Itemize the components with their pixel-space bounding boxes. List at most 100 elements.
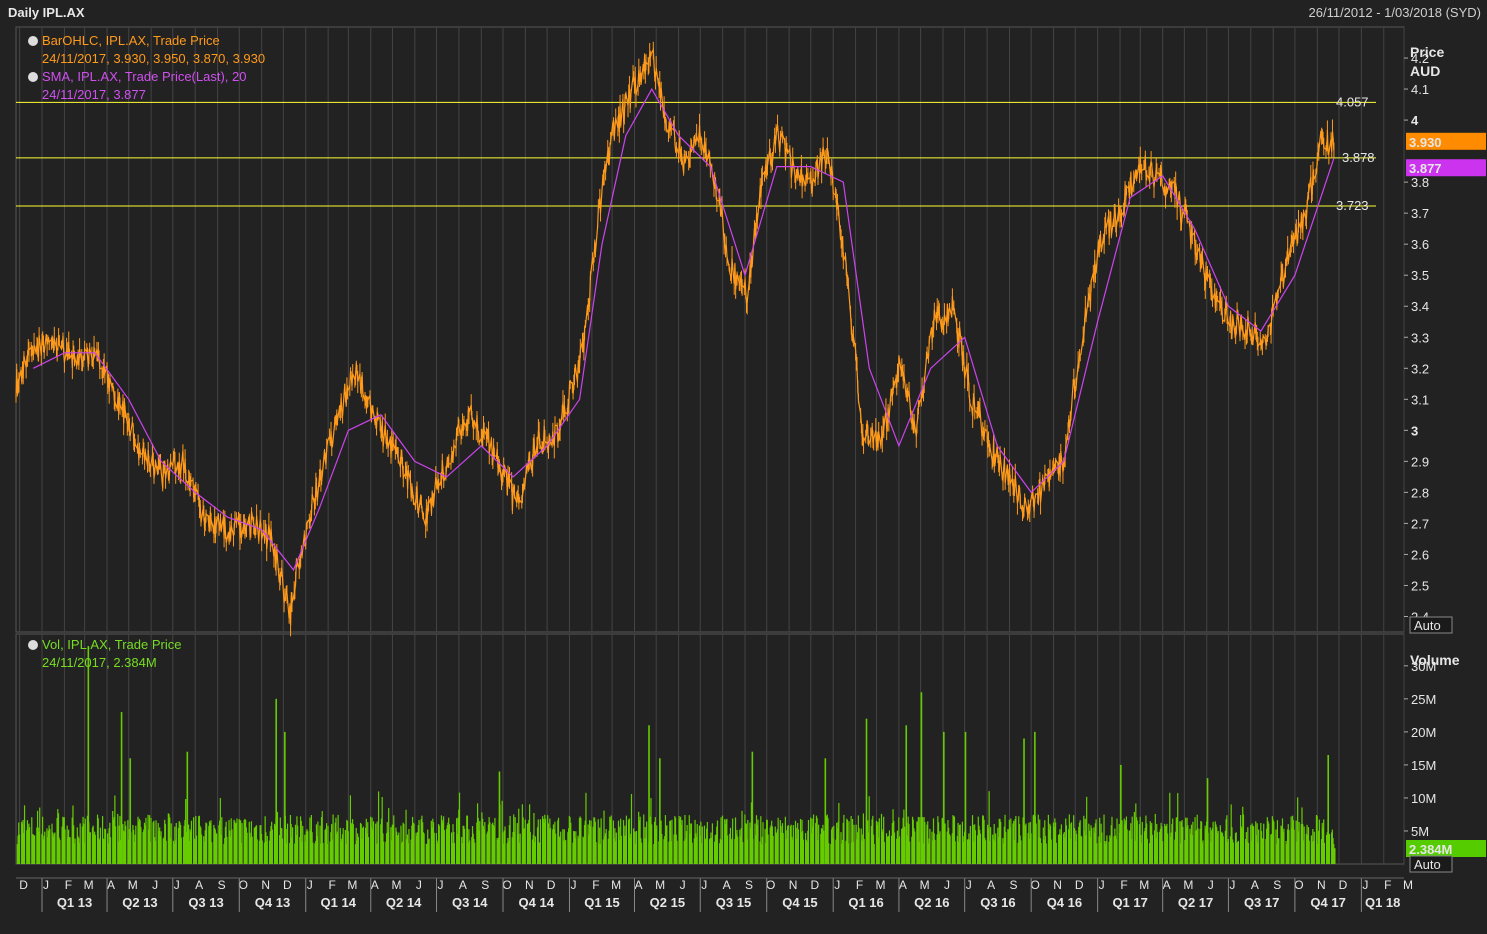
volume-spike-bar	[1206, 778, 1209, 864]
volume-bar	[261, 840, 263, 864]
volume-bar	[241, 823, 243, 864]
volume-auto-button[interactable]: Auto	[1409, 855, 1453, 873]
volume-bar	[615, 832, 617, 864]
volume-bar	[170, 823, 172, 864]
volume-spike-bar	[1327, 755, 1330, 864]
volume-spike-bar	[87, 646, 90, 864]
reference-line-label: 4.057	[1336, 94, 1369, 109]
volume-bar	[403, 823, 405, 864]
volume-bar	[94, 834, 96, 864]
month-label: S	[481, 878, 489, 892]
volume-bar	[448, 824, 451, 864]
quarter-label: Q3 13	[188, 895, 223, 910]
price-auto-button[interactable]: Auto	[1409, 616, 1453, 634]
volume-bar	[74, 838, 76, 864]
volume-bar	[393, 815, 395, 864]
volume-spike-bar	[751, 751, 754, 864]
volume-bar	[463, 828, 466, 864]
quarter-label: Q2 14	[386, 895, 422, 910]
volume-bar	[1096, 843, 1098, 864]
volume-bar	[802, 839, 805, 864]
quarter-label: Q4 13	[255, 895, 290, 910]
month-label: A	[634, 878, 642, 892]
volume-bar	[104, 829, 107, 864]
volume-tick-label: 20M	[1411, 725, 1436, 740]
volume-bar	[711, 823, 714, 864]
volume-bar	[276, 811, 279, 864]
quarter-label: Q4 15	[782, 895, 817, 910]
month-label: F	[856, 878, 863, 892]
volume-bar	[39, 807, 41, 864]
volume-spike-bar	[659, 758, 661, 864]
volume-bar	[1268, 823, 1270, 864]
volume-bar	[1298, 822, 1300, 864]
volume-bar	[286, 823, 289, 864]
last-volume-badge: 2.384M	[1409, 842, 1452, 857]
volume-bar	[549, 827, 552, 864]
volume-legend[interactable]: Vol, IPL.AX, Trade Price 24/11/2017, 2.3…	[28, 636, 181, 672]
volume-bar	[924, 822, 926, 864]
volume-bar	[413, 823, 415, 864]
month-label: J	[1208, 878, 1214, 892]
volume-bar	[1242, 814, 1245, 864]
month-label: S	[745, 878, 753, 892]
month-label: N	[1053, 878, 1062, 892]
month-label: A	[195, 878, 203, 892]
volume-bar	[1151, 834, 1154, 864]
month-label: M	[1183, 878, 1193, 892]
volume-spike-bar	[284, 731, 286, 864]
volume-bar	[342, 828, 344, 864]
volume-bar	[848, 821, 850, 864]
volume-bar	[974, 830, 977, 864]
sma-legend[interactable]: SMA, IPL.AX, Trade Price(Last), 20 24/11…	[28, 68, 246, 104]
legend-toggle-icon[interactable]	[28, 72, 38, 82]
quarter-label: Q3 14	[452, 895, 488, 910]
month-label: M	[1403, 878, 1413, 892]
volume-bar	[570, 822, 572, 864]
volume-bar	[236, 818, 238, 864]
volume-bar	[782, 833, 784, 864]
month-label: J	[174, 878, 180, 892]
legend-toggle-icon[interactable]	[28, 640, 38, 650]
volume-bar	[1146, 838, 1148, 864]
volume-bar	[1020, 840, 1022, 864]
volume-tick-label: 25M	[1411, 692, 1436, 707]
sma-legend-label: SMA, IPL.AX, Trade Price(Last), 20	[42, 69, 247, 84]
quarter-label: Q1 13	[57, 895, 92, 910]
volume-bar	[297, 825, 299, 864]
volume-bar	[84, 818, 86, 864]
volume-bar	[1136, 820, 1138, 864]
volume-bar	[646, 821, 648, 864]
volume-bar	[919, 817, 921, 864]
month-label: M	[920, 878, 930, 892]
volume-bar	[843, 814, 845, 864]
month-label: N	[1317, 878, 1326, 892]
month-label: A	[1251, 878, 1259, 892]
volume-bar	[600, 818, 602, 864]
month-label: S	[1273, 878, 1281, 892]
legend-toggle-icon[interactable]	[28, 36, 38, 46]
quarter-label: Q1 16	[848, 895, 883, 910]
volume-bar	[904, 826, 906, 864]
chart-canvas[interactable]: DJFMAMJJASONDJFMAMJJASONDJFMAMJJASONDJFM…	[0, 0, 1487, 934]
volume-bar	[514, 817, 516, 864]
month-label: A	[899, 878, 907, 892]
price-tick-label: 3.5	[1411, 268, 1429, 283]
volume-bar	[79, 823, 81, 864]
volume-bar	[656, 825, 658, 864]
month-label: M	[84, 878, 94, 892]
volume-bar	[706, 821, 708, 864]
price-tick-label: 2.9	[1411, 454, 1429, 469]
volume-bar	[494, 817, 496, 864]
volume-bar	[635, 830, 638, 864]
volume-bar	[322, 843, 324, 864]
volume-bar	[909, 841, 911, 864]
volume-plot-area	[15, 633, 1405, 865]
volume-bar	[383, 841, 385, 864]
volume-bar	[18, 834, 21, 864]
volume-bar	[681, 820, 683, 864]
ohlc-legend[interactable]: BarOHLC, IPL.AX, Trade Price 24/11/2017,…	[28, 32, 265, 68]
month-label: A	[987, 878, 995, 892]
volume-bar	[1050, 839, 1052, 864]
volume-bar	[302, 825, 304, 864]
